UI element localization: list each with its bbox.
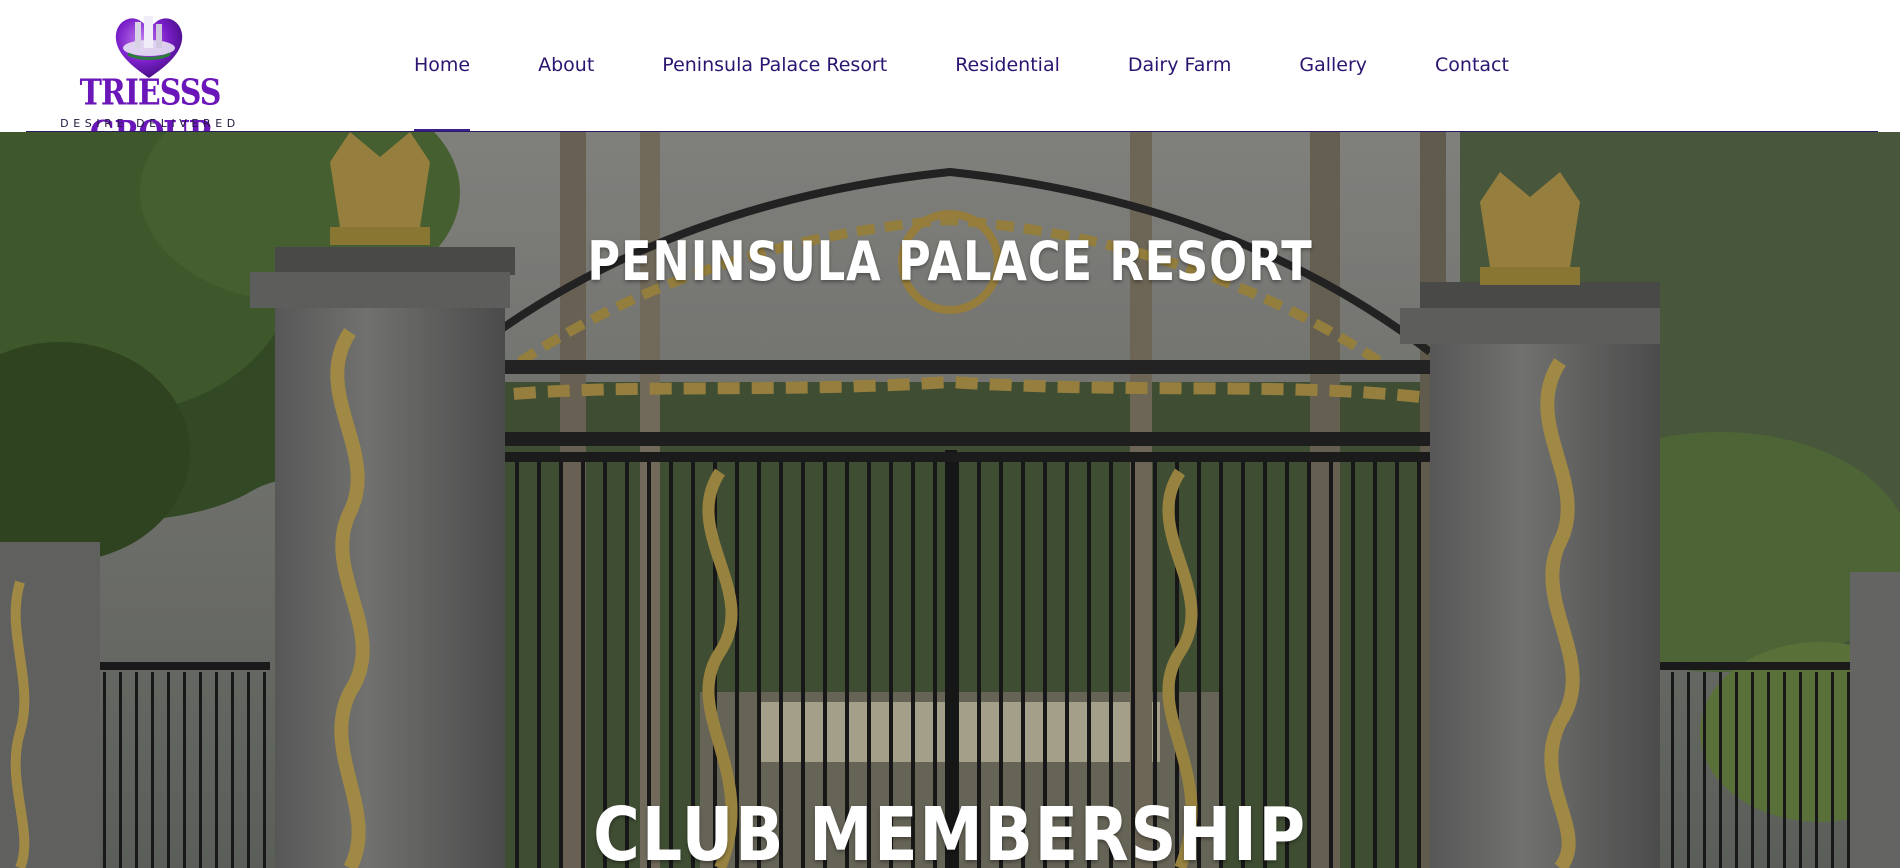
nav-item-label: Peninsula Palace Resort — [662, 54, 888, 76]
nav-item-peninsula-palace-resort[interactable]: Peninsula Palace Resort — [628, 0, 921, 132]
site-header: TRIESSS GROUP DESIRE DELIVERED Home Abou… — [0, 0, 1900, 155]
brand-tagline: DESIRE DELIVERED — [60, 117, 240, 130]
nav-item-label: Dairy Farm — [1127, 54, 1232, 76]
nav-item-gallery[interactable]: Gallery — [1265, 0, 1401, 132]
nav-item-home[interactable]: Home — [380, 0, 504, 132]
nav-item-label: Residential — [955, 54, 1060, 76]
hero-title: PENINSULA PALACE RESORT — [587, 230, 1313, 294]
nav-item-label: Home — [414, 54, 471, 76]
nav-item-label: Contact — [1435, 54, 1509, 76]
nav-item-label: About — [538, 54, 595, 76]
brand-logo[interactable]: TRIESSS GROUP DESIRE DELIVERED — [50, 4, 250, 155]
nav-item-label: Gallery — [1299, 54, 1368, 76]
nav-item-dairy-farm[interactable]: Dairy Farm — [1094, 0, 1265, 132]
hero-subtitle: CLUB MEMBERSHIP — [593, 792, 1307, 868]
hero-banner: PENINSULA PALACE RESORT CLUB MEMBERSHIP — [0, 132, 1900, 868]
nav-item-residential[interactable]: Residential — [921, 0, 1094, 132]
nav-item-about[interactable]: About — [504, 0, 628, 132]
nav-item-contact[interactable]: Contact — [1401, 0, 1543, 132]
main-nav: Home About Peninsula Palace Resort Resid… — [380, 0, 1543, 132]
